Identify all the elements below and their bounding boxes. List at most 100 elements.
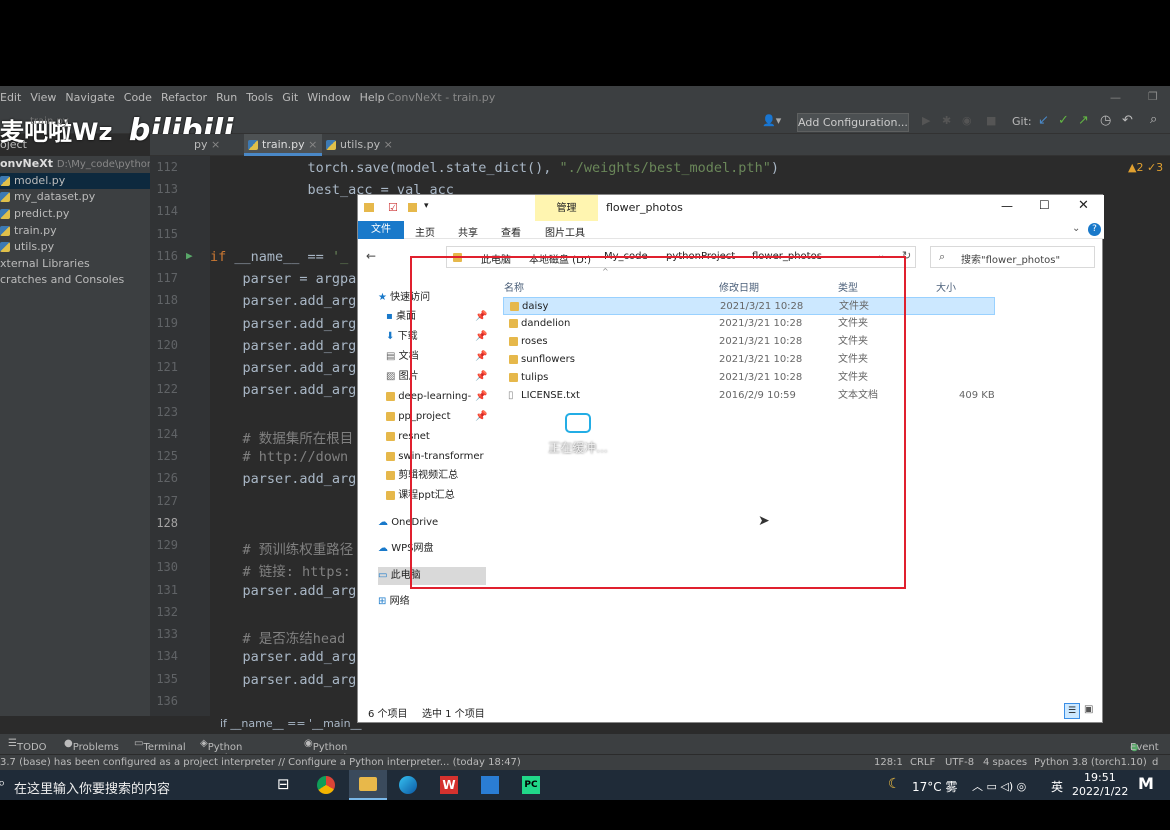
photos-icon[interactable] <box>481 776 499 794</box>
properties-icon[interactable]: ☑ <box>388 201 398 214</box>
tree-item-my-dataset-py[interactable]: my_dataset.py <box>0 189 95 205</box>
tray-icons[interactable]: ︿ ▭ ◁) ◎ <box>972 778 1026 794</box>
nav-network[interactable]: ⊞ 网络 <box>378 593 410 611</box>
menu-window[interactable]: Window <box>307 86 350 110</box>
maximize-icon[interactable]: ☐ <box>1039 198 1050 212</box>
project-label[interactable]: oject <box>0 138 27 151</box>
close-icon[interactable]: × <box>211 138 220 151</box>
status-message[interactable]: 3.7 (base) has been configured as a proj… <box>0 757 521 768</box>
menu-run[interactable]: Run <box>216 86 237 110</box>
tiles-view-icon[interactable]: ▣ <box>1084 704 1093 715</box>
ribbon-tab-home[interactable]: 主页 <box>415 224 435 239</box>
tree-item-scratches[interactable]: cratches and Consoles <box>0 272 124 288</box>
watermark-ghost-tab: train.py <box>30 116 69 127</box>
line-number: 132 <box>156 605 178 619</box>
ribbon-context-tab-manage[interactable]: 管理 <box>535 195 598 221</box>
menu-view[interactable]: View <box>30 86 56 110</box>
help-icon[interactable]: ? <box>1088 223 1101 236</box>
tree-item-external-libraries[interactable]: xternal Libraries <box>0 256 90 272</box>
menu-edit[interactable]: Edit <box>0 86 21 110</box>
status-interpreter[interactable]: Python 3.8 (torch1.10) <box>1034 757 1147 768</box>
line-number: 124 <box>156 427 178 441</box>
rollback-icon[interactable]: ↶ <box>1122 113 1133 128</box>
tree-item-model-py[interactable]: model.py <box>0 173 150 189</box>
search-everywhere-icon[interactable]: ⌕ <box>1150 112 1157 127</box>
git-push-icon[interactable]: ↗ <box>1078 113 1089 128</box>
debug-icon[interactable]: ✱ <box>942 114 951 127</box>
line-number: 129 <box>156 538 178 552</box>
python-file-icon <box>0 192 10 202</box>
ribbon-tab-view[interactable]: 查看 <box>501 224 521 239</box>
git-commit-icon[interactable]: ✓ <box>1058 113 1069 128</box>
menu-code[interactable]: Code <box>124 86 152 110</box>
status-tail: d <box>1152 757 1159 768</box>
ide-minimize-icon[interactable]: — <box>1110 91 1121 104</box>
run-gutter-icon[interactable]: ▶ <box>186 249 193 262</box>
tool-todo[interactable]: ☰ TODO <box>8 738 47 753</box>
status-indent[interactable]: 4 spaces <box>983 757 1027 768</box>
file-explorer-icon[interactable] <box>349 770 387 800</box>
menu-git[interactable]: Git <box>282 86 298 110</box>
close-icon[interactable]: ✕ <box>1078 198 1089 213</box>
line-number: 131 <box>156 583 178 597</box>
notification-icon[interactable]: M <box>1138 774 1154 793</box>
clock-date[interactable]: 2022/1/22 <box>1072 785 1128 798</box>
code-comment: # 链接: https: <box>210 564 351 580</box>
edge-icon[interactable] <box>399 776 417 794</box>
history-icon[interactable]: ◷ <box>1100 113 1111 128</box>
menu-navigate[interactable]: Navigate <box>65 86 114 110</box>
tree-item-utils-py[interactable]: utils.py <box>0 239 54 255</box>
tab-utils-py[interactable]: utils.py × <box>326 134 393 156</box>
user-icon[interactable]: 👤▾ <box>762 114 781 127</box>
status-line-sep[interactable]: CRLF <box>910 757 935 768</box>
tab-partial[interactable]: py × <box>194 134 220 156</box>
new-folder-icon[interactable] <box>408 203 417 212</box>
tool-python-console[interactable]: ◉ Python Console <box>304 738 352 764</box>
tool-python-packages[interactable]: ◈ Python Packages <box>200 738 254 764</box>
pycharm-icon[interactable]: PC <box>522 776 540 794</box>
stop-icon[interactable]: ■ <box>986 114 996 127</box>
menu-refactor[interactable]: Refactor <box>161 86 207 110</box>
coverage-icon[interactable]: ◉ <box>962 114 972 127</box>
tab-train-py[interactable]: train.py × <box>244 134 322 156</box>
ribbon-tab-file[interactable]: 文件 <box>358 221 404 239</box>
tree-item-predict-py[interactable]: predict.py <box>0 206 69 222</box>
ribbon-tab-share[interactable]: 共享 <box>458 224 478 239</box>
tool-terminal[interactable]: ▭ Terminal <box>134 738 186 753</box>
project-root[interactable]: onvNeXt D:\My_code\pythonP <box>0 156 159 172</box>
expand-ribbon-icon[interactable]: ⌄ <box>1072 223 1080 234</box>
inspection-widget[interactable]: ▲2 ✓3 <box>1128 161 1163 174</box>
item-count: 6 个项目 <box>368 709 408 720</box>
run-icon[interactable]: ▶ <box>922 114 930 127</box>
minimize-icon[interactable]: — <box>1001 199 1013 213</box>
code-line: parser.add_arg <box>210 583 357 599</box>
line-number: 122 <box>156 382 178 396</box>
status-encoding[interactable]: UTF-8 <box>945 757 974 768</box>
col-size[interactable]: 大小 <box>936 279 956 294</box>
taskbar-search-input[interactable]: 在这里输入你要搜索的内容 <box>14 778 170 797</box>
back-icon[interactable]: ← <box>366 249 376 263</box>
status-position[interactable]: 128:1 <box>874 757 903 768</box>
line-number: 134 <box>156 649 178 663</box>
add-configuration-button[interactable]: Add Configuration... <box>797 113 909 132</box>
ide-restore-icon[interactable]: ❐ <box>1148 90 1158 103</box>
close-icon[interactable]: × <box>308 138 317 151</box>
git-update-icon[interactable]: ↙ <box>1038 113 1049 128</box>
explorer-ribbon: 文件 主页 共享 查看 图片工具 ⌄ ? <box>358 221 1104 239</box>
clock-time[interactable]: 19:51 <box>1084 771 1116 784</box>
tool-problems[interactable]: ● Problems <box>64 738 119 753</box>
chrome-icon[interactable] <box>317 776 335 794</box>
menu-help[interactable]: Help <box>360 86 385 110</box>
weather-text[interactable]: 17°C 雾 <box>912 778 957 795</box>
details-view-icon[interactable]: ☰ <box>1064 703 1080 719</box>
ime-indicator[interactable]: 英 <box>1051 778 1063 795</box>
menu-tools[interactable]: Tools <box>246 86 273 110</box>
wps-icon[interactable]: W <box>440 776 458 794</box>
task-view-icon[interactable]: ⊟ <box>277 775 290 793</box>
search-box[interactable]: ⌕ 搜索"flower_photos" <box>930 246 1095 268</box>
quick-access-dropdown-icon[interactable]: ▾ <box>424 201 429 211</box>
close-icon[interactable]: × <box>384 138 393 151</box>
ribbon-tab-picture-tools[interactable]: 图片工具 <box>545 224 585 239</box>
python-file-icon <box>326 140 336 150</box>
tree-item-train-py[interactable]: train.py <box>0 223 57 239</box>
